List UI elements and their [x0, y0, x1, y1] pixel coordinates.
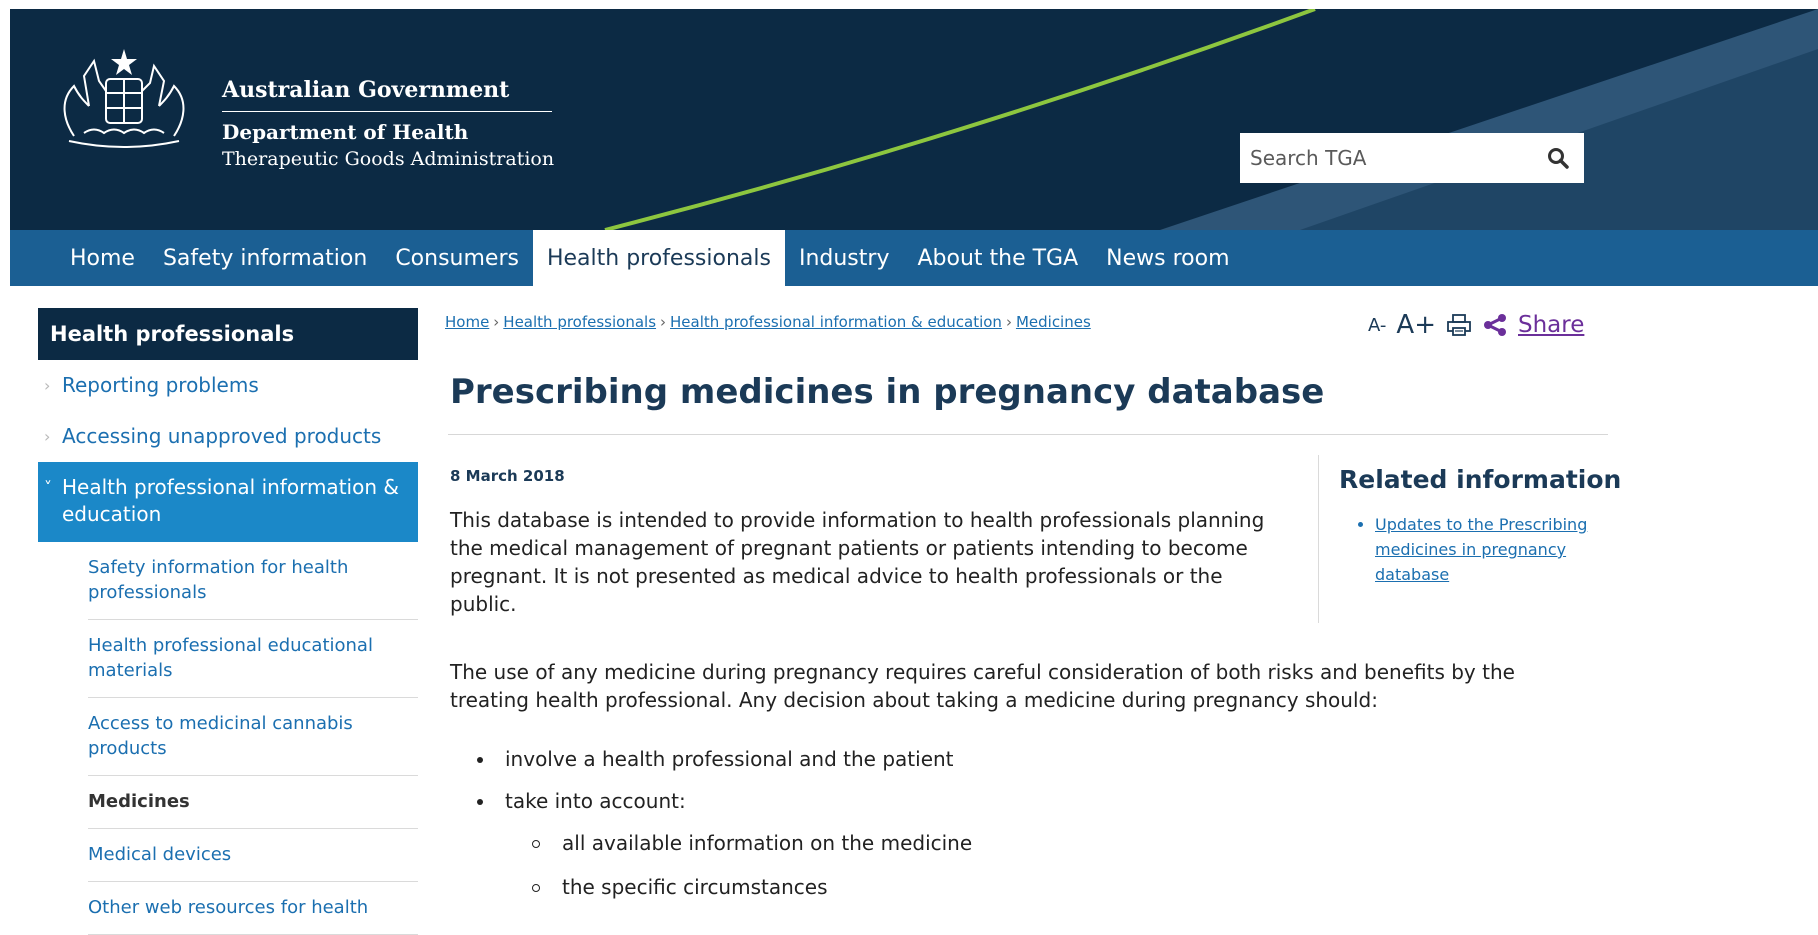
- sidebar-subitem-medicines[interactable]: Medicines: [88, 776, 418, 829]
- breadcrumb-health-professionals[interactable]: Health professionals: [503, 313, 656, 331]
- sidebar-submenu: Safety information for health profession…: [38, 542, 418, 935]
- sidebar-item-label: Health professional information & educat…: [62, 475, 399, 526]
- sidebar-subitem-safety-information[interactable]: Safety information for health profession…: [88, 542, 418, 620]
- breadcrumb: Home › Health professionals › Health profess…: [445, 313, 1091, 331]
- breadcrumb-separator: ›: [660, 313, 667, 331]
- chevron-right-icon: ›: [44, 376, 51, 395]
- sidebar: Health professionals › Reporting problem…: [38, 308, 418, 935]
- share-link[interactable]: Share: [1518, 312, 1584, 338]
- sidebar-heading[interactable]: Health professionals: [38, 308, 418, 360]
- intro-paragraph: This database is intended to provide inf…: [450, 508, 1265, 616]
- main-navigation: Home Safety information Consumers Health…: [10, 230, 1818, 286]
- related-link-updates[interactable]: Updates to the Prescribing medicines in …: [1375, 515, 1587, 584]
- chevron-down-icon: ˅: [44, 478, 52, 497]
- nav-industry[interactable]: Industry: [785, 230, 904, 286]
- related-link-item: Updates to the Prescribing medicines in …: [1375, 512, 1639, 587]
- sidebar-subitem-other-web-resources[interactable]: Other web resources for health: [88, 882, 418, 935]
- print-icon[interactable]: [1446, 313, 1472, 337]
- chevron-right-icon: ›: [44, 427, 51, 446]
- decision-list: involve a health professional and the pa…: [450, 745, 1350, 917]
- breadcrumb-health-professional-information[interactable]: Health professional information & educat…: [670, 313, 1002, 331]
- search-icon[interactable]: [1546, 146, 1570, 170]
- department-name: Department of Health: [222, 120, 469, 144]
- list-item: involve a health professional and the pa…: [450, 745, 1350, 773]
- related-information-heading: Related information: [1339, 465, 1622, 494]
- sidebar-item-health-professional-information[interactable]: ˅ Health professional information & educ…: [38, 462, 418, 542]
- list-item: take into account:: [450, 787, 1350, 815]
- page-title: Prescribing medicines in pregnancy datab…: [450, 372, 1325, 412]
- site-header: Australian Government Department of Heal…: [10, 9, 1818, 230]
- sub-list-item: the specific circumstances: [450, 873, 1350, 901]
- sidebar-subitem-educational-materials[interactable]: Health professional educational material…: [88, 620, 418, 698]
- related-information-panel: Related information Updates to the Presc…: [1318, 455, 1639, 623]
- title-divider: [448, 434, 1608, 435]
- nav-consumers[interactable]: Consumers: [381, 230, 533, 286]
- sidebar-item-label: Accessing unapproved products: [62, 424, 382, 448]
- breadcrumb-medicines[interactable]: Medicines: [1016, 313, 1091, 331]
- increase-text-size-button[interactable]: A+: [1396, 310, 1436, 340]
- breadcrumb-separator: ›: [1005, 313, 1012, 331]
- nav-news-room[interactable]: News room: [1092, 230, 1243, 286]
- sidebar-subitem-medicinal-cannabis[interactable]: Access to medicinal cannabis products: [88, 698, 418, 776]
- share-icon[interactable]: [1482, 313, 1508, 337]
- search-box: [1240, 133, 1584, 183]
- publish-date: 8 March 2018: [450, 467, 565, 485]
- decrease-text-size-button[interactable]: A-: [1368, 315, 1386, 336]
- agency-name: Therapeutic Goods Administration: [222, 148, 555, 170]
- body-paragraph: The use of any medicine during pregnancy…: [450, 660, 1515, 712]
- sub-list-item: all available information on the medicin…: [450, 829, 1350, 857]
- breadcrumb-separator: ›: [493, 313, 500, 331]
- government-name: Australian Government: [222, 77, 552, 112]
- search-input[interactable]: [1240, 134, 1542, 182]
- sidebar-subitem-medical-devices[interactable]: Medical devices: [88, 829, 418, 882]
- breadcrumb-home[interactable]: Home: [445, 313, 489, 331]
- nav-about-the-tga[interactable]: About the TGA: [903, 230, 1092, 286]
- sidebar-item-accessing-unapproved-products[interactable]: › Accessing unapproved products: [38, 411, 418, 462]
- related-links-list: Updates to the Prescribing medicines in …: [1339, 512, 1639, 587]
- page-tools: A- A+ Share: [1368, 310, 1584, 340]
- sidebar-item-reporting-problems[interactable]: › Reporting problems: [38, 360, 418, 411]
- nav-home[interactable]: Home: [10, 230, 149, 286]
- nav-health-professionals[interactable]: Health professionals: [532, 230, 785, 286]
- nav-safety-information[interactable]: Safety information: [149, 230, 381, 286]
- sidebar-item-label: Reporting problems: [62, 373, 259, 397]
- coat-of-arms-icon: [63, 49, 185, 148]
